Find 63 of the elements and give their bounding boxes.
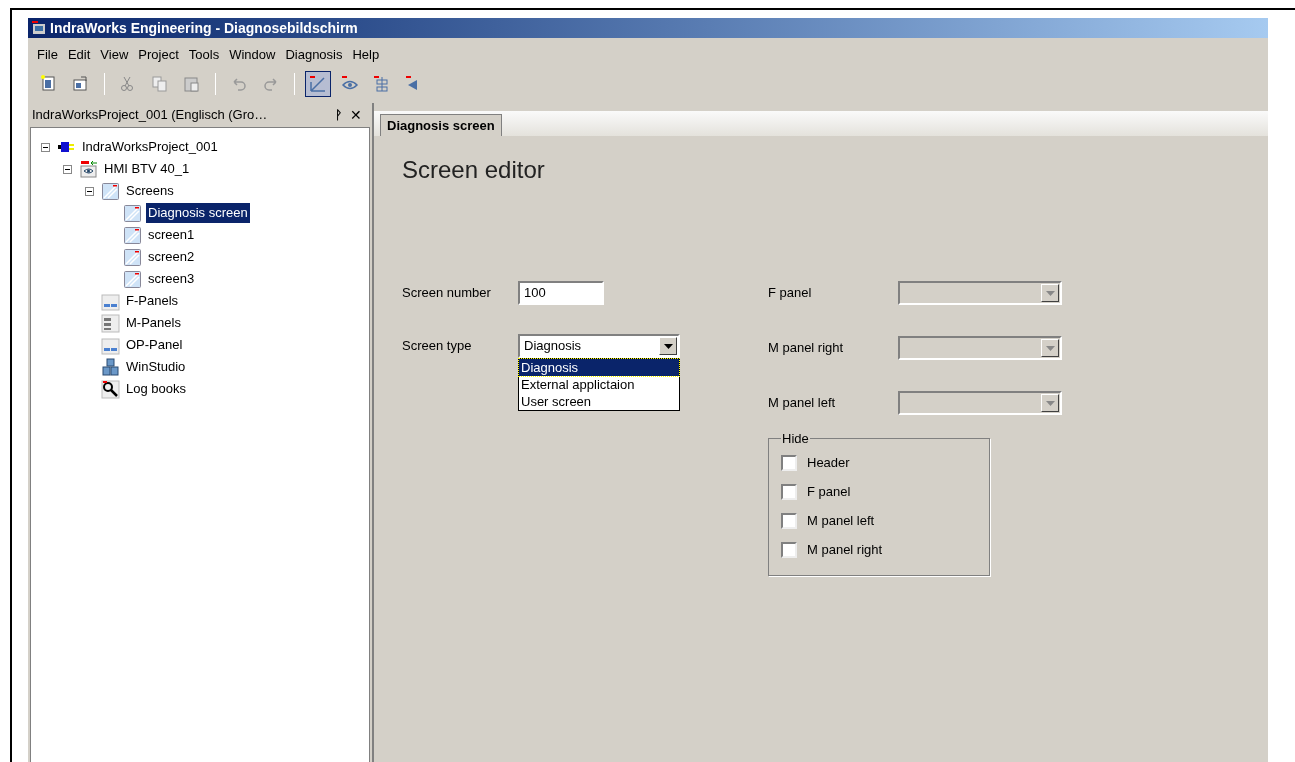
tree-item[interactable]: WinStudio xyxy=(124,357,188,377)
dropdown-field[interactable]: Diagnosis xyxy=(518,334,680,358)
screen-icon xyxy=(123,269,142,289)
checkbox[interactable] xyxy=(781,455,797,471)
menu-item[interactable]: Window xyxy=(224,45,281,65)
menu-item[interactable]: Project xyxy=(133,45,184,65)
screen-icon xyxy=(123,247,142,267)
tree-item[interactable]: OP-Panel xyxy=(124,335,185,355)
checkbox-label: Header xyxy=(807,454,850,473)
magnifier-icon xyxy=(101,379,120,399)
tree-item[interactable]: Screens xyxy=(124,181,176,201)
field-label: Screen number xyxy=(402,284,492,303)
checkbox-label: M panel left xyxy=(807,512,875,531)
tree-item[interactable]: HMI BTV 40_1 xyxy=(102,159,192,179)
close-button[interactable]: ✕ xyxy=(346,104,366,126)
field-label: Screen type xyxy=(402,337,473,355)
tree-item[interactable]: M-Panels xyxy=(124,313,183,333)
group-title: Hide xyxy=(781,430,810,448)
input-field[interactable]: 100 xyxy=(518,281,604,305)
editor-heading: Screen editor xyxy=(402,155,546,185)
menu-item[interactable]: Edit xyxy=(62,45,96,65)
field-label: M panel left xyxy=(768,394,837,413)
dropdown-option[interactable]: Diagnosis xyxy=(519,359,679,376)
checkbox-label: F panel xyxy=(807,483,851,502)
tree-item[interactable]: F-Panels xyxy=(124,291,181,311)
toolbar-button[interactable] xyxy=(305,71,331,97)
checkbox[interactable] xyxy=(781,484,797,500)
window-title: IndraWorks Engineering - Diagnosebildschirm xyxy=(50,18,358,38)
dropdown-option[interactable]: External applictaion xyxy=(519,376,679,393)
screen-icon xyxy=(101,181,120,201)
menu-item[interactable]: View xyxy=(95,45,134,65)
pin-button[interactable]: ᚹ xyxy=(331,106,346,124)
checkbox[interactable] xyxy=(781,513,797,529)
copy-icon xyxy=(150,74,170,94)
checkbox[interactable] xyxy=(781,542,797,558)
paste-icon xyxy=(182,74,202,94)
dropdown-option[interactable]: User screen xyxy=(519,393,679,410)
collapse-box[interactable] xyxy=(63,164,72,174)
menu-item[interactable]: Help xyxy=(347,45,385,65)
cubes-icon xyxy=(101,357,120,377)
tree-item[interactable]: screen3 xyxy=(146,269,197,289)
screen-icon xyxy=(123,203,142,223)
collapse-box[interactable] xyxy=(41,142,50,152)
tab[interactable]: Diagnosis screen xyxy=(380,114,502,136)
tree-item[interactable]: Diagnosis screen xyxy=(146,203,250,223)
collapse-box[interactable] xyxy=(85,186,94,196)
panel-title: IndraWorksProject_001 (Englisch (Gro… xyxy=(32,106,269,125)
panel-icon xyxy=(101,291,120,311)
checkbox-label: M panel right xyxy=(807,541,883,560)
menu-item[interactable]: Diagnosis xyxy=(280,45,348,65)
menu-item[interactable]: Tools xyxy=(183,45,225,65)
app-icon xyxy=(32,21,46,35)
field-label: F panel xyxy=(768,284,813,303)
tree-item[interactable]: IndraWorksProject_001 xyxy=(80,137,220,157)
field-label: M panel right xyxy=(768,339,845,358)
tree-item[interactable]: screen2 xyxy=(146,247,197,267)
panel-icon xyxy=(101,335,120,355)
tree-item[interactable]: screen1 xyxy=(146,225,197,245)
panel-icon xyxy=(101,313,120,333)
screen-icon xyxy=(123,225,142,245)
menu-item[interactable]: File xyxy=(32,45,63,65)
monitor-icon xyxy=(79,159,98,179)
tree-item[interactable]: Log books xyxy=(124,379,188,399)
